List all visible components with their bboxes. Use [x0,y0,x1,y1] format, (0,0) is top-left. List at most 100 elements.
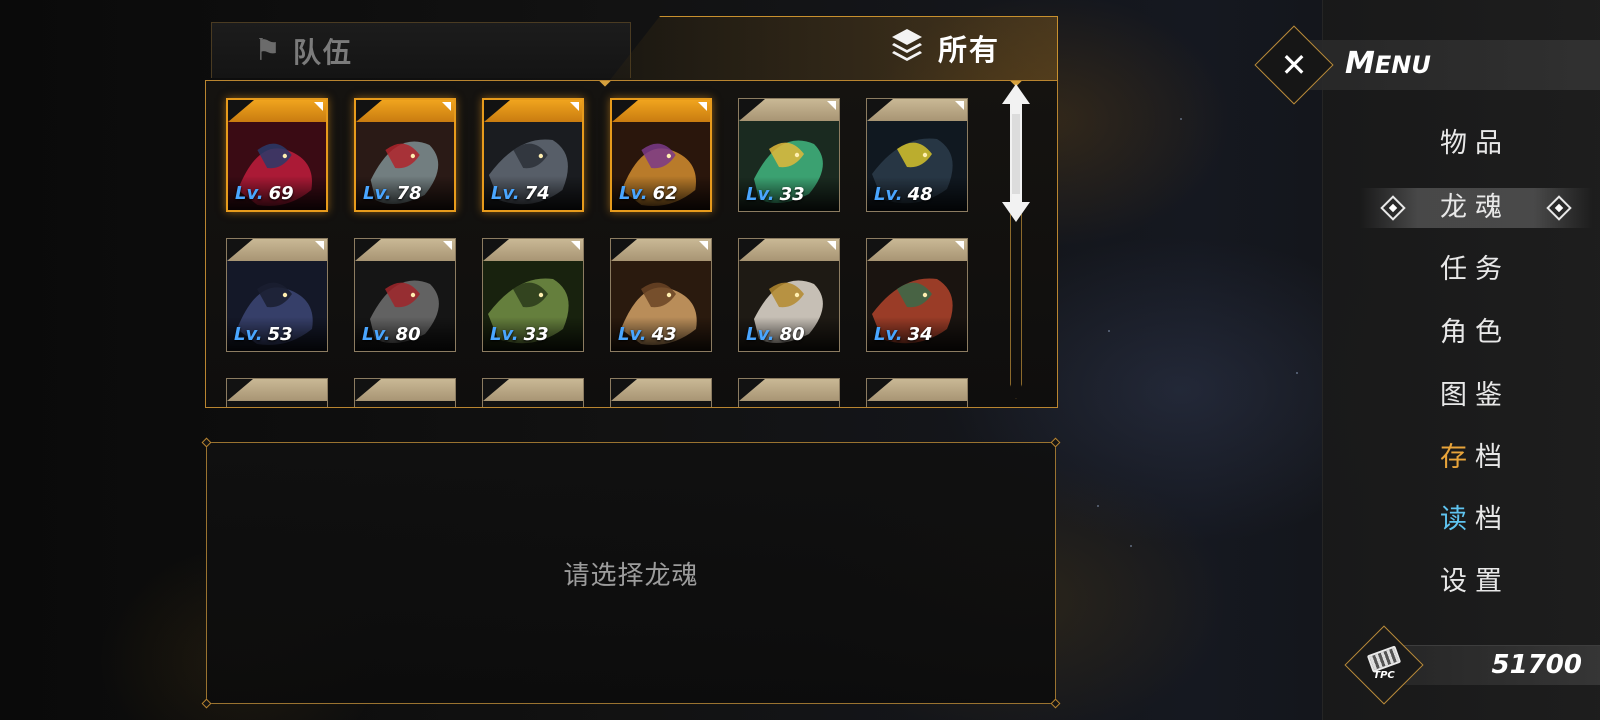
dragon-soul-card[interactable]: Lv. 34 [866,238,968,352]
level-prefix: Lv. [746,184,775,205]
card-header-strip [867,239,967,261]
menu-item-characters[interactable]: 角色 [1440,313,1580,353]
card-corner-mark [955,241,964,250]
card-header-strip [739,379,839,401]
menu-item-dragon-soul[interactable]: 龙魂 [1440,188,1580,228]
card-header-strip [484,100,582,122]
menu-title: MENU [1345,46,1431,81]
card-header-strip [483,239,583,261]
level-value: 80 [395,324,421,345]
scrollbar[interactable] [1002,84,1030,400]
close-icon: ✕ [1280,46,1308,84]
dragon-soul-card[interactable]: Lv. 80 [738,238,840,352]
level-prefix: Lv. [491,183,520,204]
star-dot [1108,330,1110,332]
corner-ornament [599,81,611,87]
card-header-strip [611,239,711,261]
card-corner-mark [699,241,708,250]
dragon-soul-card[interactable]: Lv. 43 [610,238,712,352]
dragon-soul-grid: Lv. 69 Lv. 78 Lv. 74 Lv. 62 Lv. 33 Lv. 48 Lv. 53 Lv. 80… [226,98,968,407]
dragon-soul-card[interactable]: Lv. 69 [226,98,328,212]
card-header-strip [227,379,327,401]
dragon-soul-grid-panel: Lv. 69 Lv. 78 Lv. 74 Lv. 62 Lv. 33 Lv. 48 Lv. 53 Lv. 80… [205,80,1058,408]
card-header-strip [612,100,710,122]
level-value: 80 [779,324,805,345]
card-header-strip [739,239,839,261]
level-prefix: Lv. [746,324,775,345]
dragon-soul-card-partial[interactable] [610,378,712,407]
star-dot [1097,505,1099,507]
layers-icon [890,27,924,69]
card-level: Lv. 33 [490,324,549,345]
level-prefix: Lv. [363,183,392,204]
card-corner-mark [443,241,452,250]
dragon-soul-card[interactable]: Lv. 74 [482,98,584,212]
card-level: Lv. 33 [746,184,805,205]
dragon-soul-card[interactable]: Lv. 80 [354,238,456,352]
card-level: Lv. 48 [874,184,933,205]
star-dot [1130,545,1132,547]
scrollbar-rail [1010,214,1022,399]
dragon-soul-card[interactable]: Lv. 53 [226,238,328,352]
menu-item-save[interactable]: 存档 [1440,438,1580,478]
card-header-strip [355,239,455,261]
menu-item-quests[interactable]: 任务 [1440,250,1580,290]
menu-item-load[interactable]: 读档 [1440,500,1580,540]
card-corner-mark [571,241,580,250]
level-value: 53 [267,324,293,345]
card-header-strip [356,100,454,122]
star-dot [1296,372,1298,374]
level-value: 33 [779,184,805,205]
tab-team-label: 队伍 [292,35,353,69]
level-prefix: Lv. [618,324,647,345]
level-value: 48 [907,184,933,205]
level-value: 33 [523,324,549,345]
card-corner-mark [955,101,964,110]
tpc-money-icon: TPC [1356,637,1412,693]
level-value: 62 [652,183,678,204]
menu-item-items[interactable]: 物品 [1440,124,1580,164]
card-corner-mark [314,102,323,111]
dragon-soul-card-partial[interactable] [482,378,584,407]
dragon-soul-card-partial[interactable] [354,378,456,407]
banknote-icon [1366,644,1402,673]
level-prefix: Lv. [490,324,519,345]
dragon-soul-card-partial[interactable] [866,378,968,407]
level-prefix: Lv. [362,324,391,345]
card-header-strip [227,239,327,261]
menu-item-settings[interactable]: 设置 [1440,562,1580,602]
dragon-soul-card-partial[interactable] [738,378,840,407]
level-value: 74 [524,183,550,204]
card-corner-mark [442,102,451,111]
select-dragon-soul-hint: 请选择龙魂 [563,560,699,591]
tab-team[interactable]: ⚑ 队伍 [211,22,631,78]
menu-item-codex[interactable]: 图鉴 [1440,376,1580,416]
dragon-soul-card-partial[interactable] [226,378,328,407]
level-prefix: Lv. [619,183,648,204]
dragon-soul-card[interactable]: Lv. 33 [738,98,840,212]
dragon-soul-card[interactable]: Lv. 33 [482,238,584,352]
card-level: Lv. 80 [746,324,805,345]
card-header-strip [355,379,455,401]
dragon-soul-card[interactable]: Lv. 62 [610,98,712,212]
card-corner-mark [570,102,579,111]
card-header-strip [867,379,967,401]
scrollbar-thumb[interactable] [1002,84,1030,222]
menu-panel [1322,0,1600,720]
level-value: 78 [396,183,422,204]
card-level: Lv. 34 [874,324,933,345]
tab-all[interactable]: 所有 [890,24,1000,72]
level-value: 43 [651,324,677,345]
star-dot [1180,118,1182,120]
card-corner-mark [827,241,836,250]
card-level: Lv. 53 [234,324,293,345]
dragon-soul-card[interactable]: Lv. 78 [354,98,456,212]
card-level: Lv. 69 [235,183,294,204]
card-header-strip [483,379,583,401]
close-button[interactable]: ✕ [1266,37,1322,93]
card-level: Lv. 62 [619,183,678,204]
card-corner-mark [827,101,836,110]
dragon-soul-card[interactable]: Lv. 48 [866,98,968,212]
currency-amount: 51700 [1491,650,1582,680]
card-level: Lv. 80 [362,324,421,345]
